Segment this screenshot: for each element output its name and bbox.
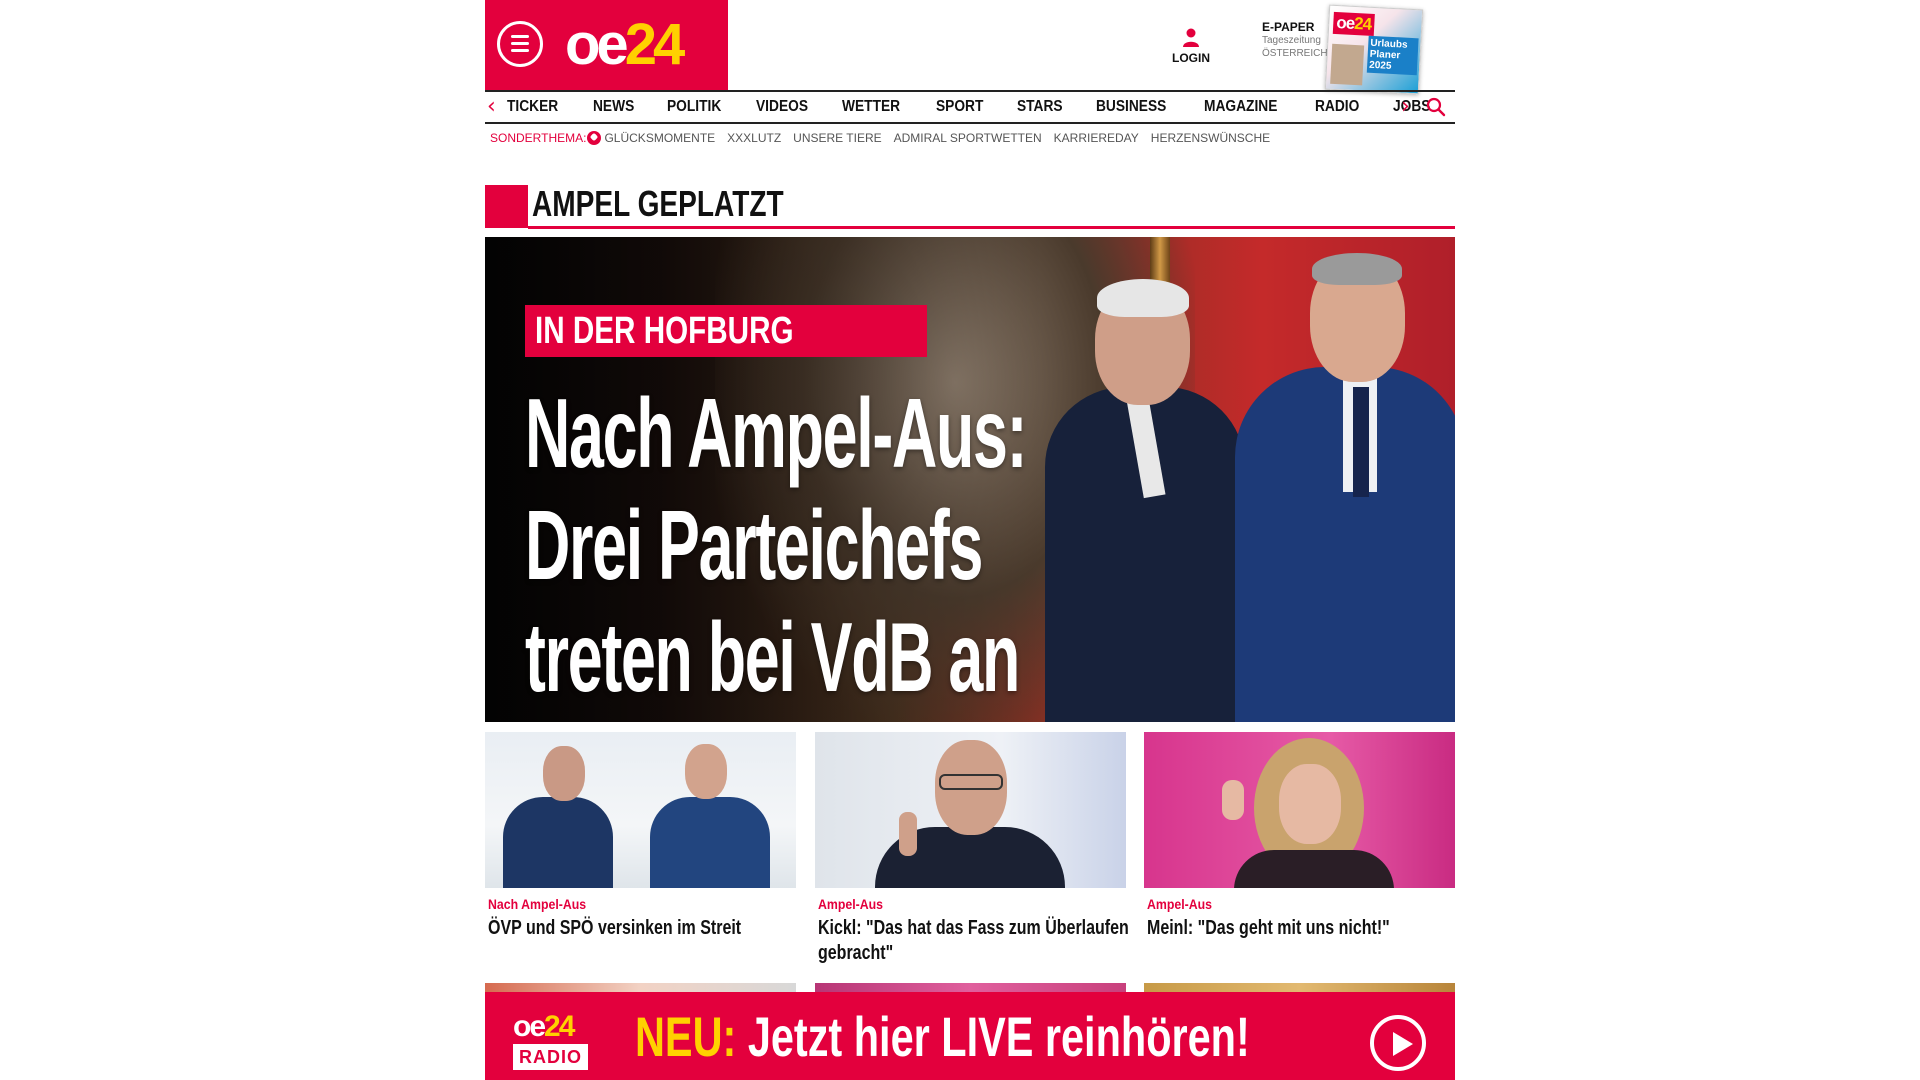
article-card[interactable]: Ampel-Aus Kickl: "Das hat das Fass zum Ü…: [815, 732, 1129, 966]
radio-logo-label: RADIO: [513, 1044, 588, 1070]
radio-banner[interactable]: oe24 RADIO NEU: Jetzt hier LIVE reinhöre…: [485, 992, 1455, 1080]
nav-item-stars[interactable]: STARS: [1017, 98, 1063, 116]
main-nav: ‹ TICKER NEWS POLITIK VIDEOS WETTER SPOR…: [485, 90, 1455, 124]
chevron-left-icon[interactable]: ‹: [487, 95, 496, 119]
hero-article[interactable]: IN DER HOFBURG Nach Ampel-Aus: Drei Part…: [485, 237, 1455, 722]
hero-headline-line: Nach Ampel-Aus:: [525, 378, 1027, 488]
nav-item-news[interactable]: NEWS: [593, 98, 634, 116]
radio-banner-cta: Jetzt hier LIVE reinhören!: [747, 1005, 1250, 1068]
article-card-kicker: Ampel-Aus: [818, 896, 884, 912]
play-icon[interactable]: [1370, 1015, 1426, 1071]
subnav-item-gluecksmomente[interactable]: GLÜCKSMOMENTE: [604, 131, 715, 145]
chevron-right-icon[interactable]: ›: [1401, 95, 1410, 119]
user-icon: [1183, 28, 1199, 47]
subnav-item-herzenswuensche[interactable]: HERZENSWÜNSCHE: [1151, 131, 1270, 145]
subnav: SONDERTHEMA: GLÜCKSMOMENTE XXXLUTZ UNSER…: [490, 130, 1282, 146]
article-card-title[interactable]: Meinl: "Das geht mit uns nicht!": [1147, 916, 1459, 941]
epaper-title: E-PAPER: [1262, 20, 1315, 34]
radio-banner-text: NEU: Jetzt hier LIVE reinhören!: [635, 1006, 1250, 1068]
hero-photo-hair-right: [1312, 253, 1402, 285]
nav-item-politik[interactable]: POLITIK: [667, 98, 721, 116]
subnav-item-xxxlutz[interactable]: XXXLUTZ: [727, 131, 781, 145]
nav-item-business[interactable]: BUSINESS: [1096, 98, 1166, 116]
nav-item-radio[interactable]: RADIO: [1315, 98, 1359, 116]
nav-item-videos[interactable]: VIDEOS: [756, 98, 808, 116]
login-label: LOGIN: [1172, 51, 1210, 65]
nav-item-wetter[interactable]: WETTER: [842, 98, 900, 116]
nav-item-magazine[interactable]: MAGAZINE: [1204, 98, 1277, 116]
header-logo-area: oe24: [485, 0, 728, 90]
radio-banner-neu: NEU:: [635, 1005, 737, 1068]
page: oe24 LOGIN E-PAPER Tageszeitung ÖSTERREI…: [485, 0, 1455, 1080]
epaper-subtitle-2: ÖSTERREICH: [1262, 48, 1328, 59]
article-card-kicker: Nach Ampel-Aus: [488, 896, 587, 912]
nav-item-jobs[interactable]: JOBS: [1393, 98, 1430, 116]
epaper-link[interactable]: E-PAPER Tageszeitung ÖSTERREICH: [1262, 20, 1332, 60]
article-card-title[interactable]: Kickl: "Das hat das Fass zum Überlaufen …: [818, 916, 1130, 966]
subnav-label: SONDERTHEMA:: [490, 131, 587, 145]
article-card-kicker: Ampel-Aus: [1147, 896, 1213, 912]
login-button[interactable]: LOGIN: [1165, 28, 1217, 65]
site-logo[interactable]: oe24: [565, 10, 685, 80]
nav-items: TICKER NEWS POLITIK VIDEOS WETTER SPORT …: [507, 92, 1462, 122]
subnav-item-karriereday[interactable]: KARRIEREDAY: [1054, 131, 1139, 145]
article-card-image: [1144, 732, 1455, 888]
subnav-item-unsere-tiere[interactable]: UNSERE TIERE: [793, 131, 881, 145]
hero-photo-hair-left: [1097, 279, 1189, 317]
article-card-image: [815, 732, 1126, 888]
menu-icon[interactable]: [497, 21, 543, 67]
epaper-cover-photo: [1330, 43, 1365, 86]
nav-item-ticker[interactable]: TICKER: [507, 98, 558, 116]
hero-kicker: IN DER HOFBURG: [525, 305, 927, 357]
epaper-subtitle: Tageszeitung: [1262, 35, 1321, 46]
heart-icon: [587, 131, 602, 145]
hero-headline-line: Drei Parteichefs: [525, 490, 983, 600]
section-title[interactable]: AMPEL GEPLATZT: [532, 182, 784, 226]
nav-item-sport[interactable]: SPORT: [936, 98, 983, 116]
article-card-title[interactable]: ÖVP und SPÖ versinken im Streit: [488, 916, 800, 941]
hero-photo-tie-right: [1353, 387, 1369, 497]
search-icon[interactable]: [1426, 97, 1446, 117]
subnav-item-admiral-sportwetten[interactable]: ADMIRAL SPORTWETTEN: [894, 131, 1042, 145]
hero-headline: Nach Ampel-Aus: Drei Parteichefs treten …: [525, 377, 1027, 713]
epaper-cover-logo: oe24: [1332, 11, 1375, 36]
epaper-cover-image[interactable]: oe24 Urlaubs Planer 2025: [1324, 4, 1424, 95]
article-card[interactable]: Ampel-Aus Meinl: "Das geht mit uns nicht…: [1144, 732, 1455, 941]
section-marker: [485, 185, 528, 228]
section-divider: [528, 226, 1455, 229]
epaper-cover-headline: Urlaubs Planer 2025: [1366, 35, 1419, 76]
radio-logo: oe24 RADIO: [513, 1012, 603, 1070]
hero-headline-line: treten bei VdB an: [525, 602, 1020, 712]
article-card[interactable]: Nach Ampel-Aus ÖVP und SPÖ versinken im …: [485, 732, 796, 941]
article-card-image: [485, 732, 796, 888]
